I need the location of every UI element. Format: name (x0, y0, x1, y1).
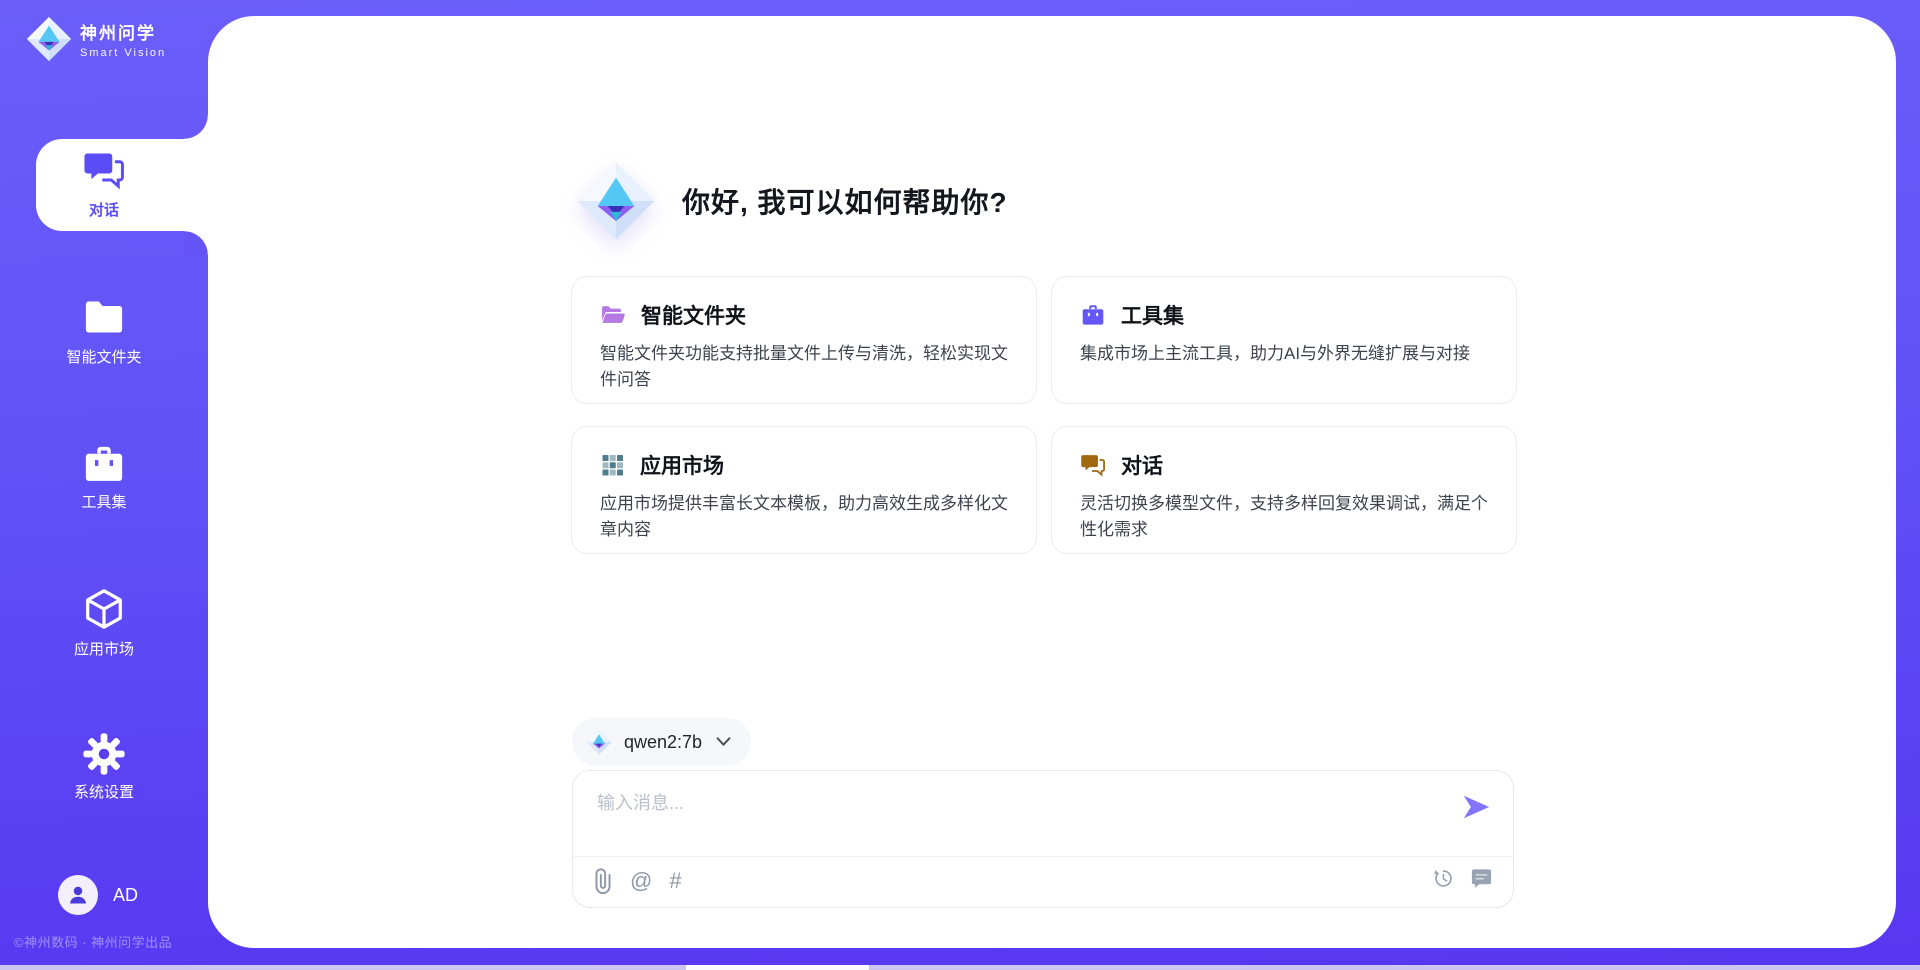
card-title: 对话 (1121, 450, 1163, 480)
toolbox-icon (1080, 303, 1106, 327)
card-description: 集成市场上主流工具，助力AI与外界无缝扩展与对接 (1080, 341, 1488, 367)
chat-icon (83, 150, 125, 190)
sidebar-item-settings[interactable] (0, 731, 208, 782)
sidebar-item-toolset[interactable] (0, 443, 208, 490)
brand-logo: 神州问学 Smart Vision (26, 16, 166, 62)
message-input[interactable] (595, 785, 1439, 821)
card-description: 智能文件夹功能支持批量文件上传与清洗，轻松实现文件问答 (600, 341, 1008, 394)
diamond-logo-icon (586, 729, 612, 755)
gear-icon (81, 731, 127, 777)
card-chat[interactable]: 对话 灵活切换多模型文件，支持多样回复效果调试，满足个性化需求 (1051, 426, 1517, 554)
card-app-market[interactable]: 应用市场 应用市场提供丰富长文本模板，助力高效生成多样化文章内容 (571, 426, 1037, 554)
sidebar-item-appmarket[interactable] (0, 586, 208, 637)
tab-fillet-bottom (184, 231, 208, 255)
card-description: 灵活切换多模型文件，支持多样回复效果调试，满足个性化需求 (1080, 491, 1488, 544)
greeting-text: 你好, 我可以如何帮助你? (682, 181, 1008, 221)
diamond-logo-icon (576, 158, 656, 244)
card-title: 工具集 (1121, 300, 1184, 330)
send-icon[interactable] (1461, 793, 1491, 821)
sidebar-item-settings-label[interactable]: 系统设置 (0, 781, 208, 802)
cube-icon (81, 586, 127, 632)
horizontal-scrollbar[interactable] (0, 965, 1920, 970)
model-name: qwen2:7b (624, 732, 702, 753)
chat-icon (1080, 453, 1106, 477)
brand-name: 神州问学 (80, 19, 166, 44)
brand-subtitle: Smart Vision (80, 47, 166, 59)
sidebar-item-appmarket-label[interactable]: 应用市场 (0, 638, 208, 659)
sidebar-item-toolset-label[interactable]: 工具集 (0, 491, 208, 512)
paperclip-icon[interactable] (593, 868, 613, 894)
sidebar-item-chat[interactable] (0, 150, 208, 195)
diamond-logo-icon (26, 16, 72, 62)
sidebar-footer-credit: ©神州数码 · 神州问学出品 (14, 932, 172, 951)
message-composer: @ # (572, 770, 1514, 908)
grid-icon (600, 453, 625, 477)
chevron-down-icon (716, 737, 731, 747)
toolbox-icon (81, 443, 127, 485)
card-toolset[interactable]: 工具集 集成市场上主流工具，助力AI与外界无缝扩展与对接 (1051, 276, 1517, 404)
model-selector[interactable]: qwen2:7b (572, 718, 751, 766)
card-smart-folder[interactable]: 智能文件夹 智能文件夹功能支持批量文件上传与清洗，轻松实现文件问答 (571, 276, 1037, 404)
sidebar-item-folders-label[interactable]: 智能文件夹 (0, 346, 208, 367)
tab-fillet-top (184, 115, 208, 139)
sidebar-item-folders[interactable] (0, 298, 208, 341)
hash-icon[interactable]: # (669, 867, 681, 895)
comment-icon[interactable] (1470, 867, 1493, 890)
avatar (58, 875, 98, 915)
scrollbar-thumb[interactable] (686, 965, 869, 970)
composer-left-tools: @ # (593, 867, 682, 895)
main-content-panel: 你好, 我可以如何帮助你? 智能文件夹 智能文件夹功能支持批量文件上传与清洗，轻… (208, 16, 1896, 948)
history-icon[interactable] (1432, 867, 1455, 890)
person-icon (66, 883, 90, 907)
folder-open-icon (600, 303, 626, 327)
folder-icon (82, 298, 126, 336)
hero-greeting: 你好, 我可以如何帮助你? (576, 158, 1008, 244)
user-profile[interactable]: AD (58, 875, 138, 915)
at-icon[interactable]: @ (630, 867, 652, 895)
sidebar-item-chat-label[interactable]: 对话 (0, 199, 208, 220)
composer-right-tools (1432, 867, 1493, 890)
card-title: 应用市场 (640, 450, 724, 480)
user-initials: AD (113, 885, 138, 906)
card-title: 智能文件夹 (641, 300, 746, 330)
card-description: 应用市场提供丰富长文本模板，助力高效生成多样化文章内容 (600, 491, 1008, 544)
feature-cards: 智能文件夹 智能文件夹功能支持批量文件上传与清洗，轻松实现文件问答 工具集 集成… (571, 276, 1517, 554)
composer-divider (573, 856, 1513, 857)
